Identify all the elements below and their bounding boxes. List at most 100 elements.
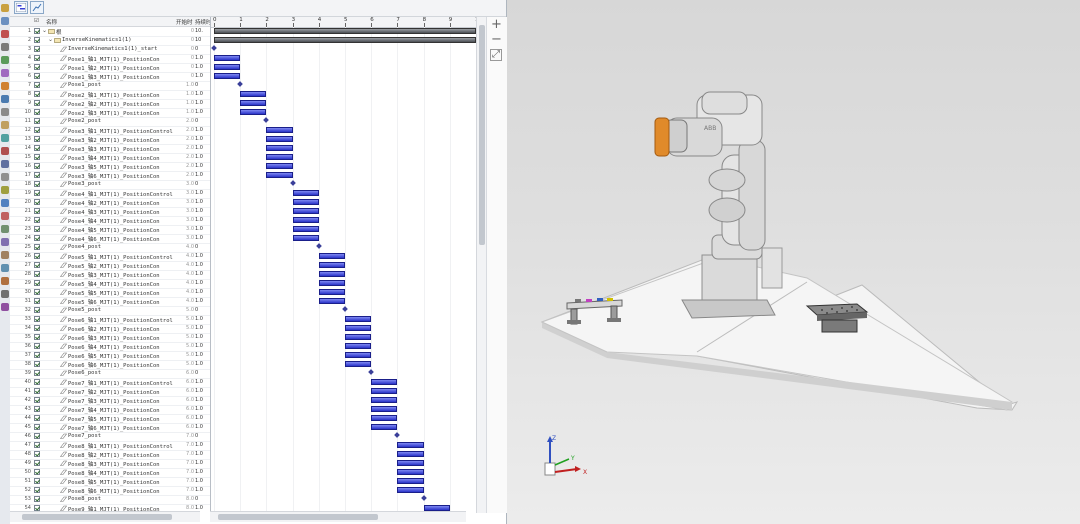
tool-icon[interactable] [1, 173, 9, 181]
tool-icon[interactable] [1, 186, 9, 194]
gantt-bar[interactable] [292, 199, 319, 205]
gantt-bar[interactable] [318, 289, 345, 295]
gantt-bar[interactable] [240, 109, 267, 115]
expand-toggle-icon[interactable]: ⌄ [42, 27, 47, 34]
enable-checkbox[interactable] [34, 487, 40, 493]
gantt-bar[interactable] [397, 469, 424, 475]
gantt-bar[interactable] [318, 262, 345, 268]
expand-toggle-icon[interactable]: ⌄ [48, 36, 53, 43]
start-col-header[interactable]: 开始时 [176, 18, 193, 26]
gantt-milestone[interactable] [342, 306, 348, 312]
enable-checkbox[interactable] [34, 262, 40, 268]
enable-checkbox[interactable] [34, 136, 40, 142]
tool-icon[interactable] [1, 147, 9, 155]
gantt-bar[interactable] [371, 424, 398, 430]
gantt-bar[interactable] [292, 217, 319, 223]
gantt-bar[interactable] [240, 91, 267, 97]
gantt-bar[interactable] [214, 55, 241, 61]
gantt-milestone[interactable] [211, 45, 217, 51]
enable-checkbox[interactable] [34, 172, 40, 178]
tool-icon[interactable] [1, 238, 9, 246]
gantt-bar[interactable] [214, 73, 241, 79]
gantt-bar[interactable] [266, 154, 293, 160]
enable-checkbox[interactable] [34, 73, 40, 79]
enable-checkbox[interactable] [34, 37, 40, 43]
tool-icon[interactable] [1, 56, 9, 64]
enable-checkbox[interactable] [34, 406, 40, 412]
enable-checkbox[interactable] [34, 217, 40, 223]
tool-icon[interactable] [1, 212, 9, 220]
enable-checkbox[interactable] [34, 208, 40, 214]
gantt-view-button[interactable] [14, 1, 28, 14]
enable-checkbox[interactable] [34, 91, 40, 97]
enable-checkbox[interactable] [34, 415, 40, 421]
gantt-bar[interactable] [292, 208, 319, 214]
enable-checkbox[interactable] [34, 343, 40, 349]
enable-checkbox[interactable] [34, 28, 40, 34]
enable-checkbox[interactable] [34, 253, 40, 259]
enable-checkbox[interactable] [34, 46, 40, 52]
gantt-bar[interactable] [266, 136, 293, 142]
enable-checkbox[interactable] [34, 379, 40, 385]
enable-checkbox[interactable] [34, 307, 40, 313]
enable-checkbox[interactable] [34, 280, 40, 286]
tool-icon[interactable] [1, 160, 9, 168]
gantt-bar[interactable] [371, 379, 398, 385]
gantt-bar[interactable] [371, 388, 398, 394]
gantt-summary-bar[interactable] [214, 37, 476, 43]
gantt-bar[interactable] [266, 145, 293, 151]
enable-checkbox[interactable] [34, 271, 40, 277]
gantt-milestone[interactable] [237, 81, 244, 87]
gantt-bar[interactable] [214, 64, 241, 70]
enable-checkbox[interactable] [34, 82, 40, 88]
tool-icon[interactable] [1, 95, 9, 103]
enable-checkbox[interactable] [34, 325, 40, 331]
enable-checkbox[interactable] [34, 298, 40, 304]
gantt-bar[interactable] [345, 361, 372, 367]
gantt-bar[interactable] [292, 190, 319, 196]
enable-checkbox[interactable] [34, 226, 40, 232]
tool-icon[interactable] [1, 30, 9, 38]
duration-col-header[interactable]: 持续时 [195, 18, 210, 26]
enable-checkbox[interactable] [34, 199, 40, 205]
gantt-bar[interactable] [371, 397, 398, 403]
gantt-summary-bar[interactable] [214, 28, 476, 34]
enable-checkbox[interactable] [34, 433, 40, 439]
vertical-scroll-thumb[interactable] [479, 25, 485, 245]
tool-icon[interactable] [1, 17, 9, 25]
gantt-milestone[interactable] [263, 117, 270, 123]
gantt-bar[interactable] [397, 442, 424, 448]
enable-checkbox[interactable] [34, 109, 40, 115]
gantt-milestone[interactable] [394, 432, 401, 438]
gantt-milestone[interactable] [420, 495, 427, 501]
enable-checkbox[interactable] [34, 352, 40, 358]
gantt-bar[interactable] [292, 235, 319, 241]
enable-checkbox[interactable] [34, 244, 40, 250]
gantt-bar[interactable] [345, 316, 372, 322]
tool-icon[interactable] [1, 264, 9, 272]
tool-icon[interactable] [1, 225, 9, 233]
tool-icon[interactable] [1, 121, 9, 129]
tool-icon[interactable] [1, 290, 9, 298]
enable-checkbox[interactable] [34, 460, 40, 466]
gantt-bar[interactable] [318, 298, 345, 304]
gantt-bar[interactable] [318, 253, 345, 259]
enable-checkbox[interactable] [34, 118, 40, 124]
enable-checkbox[interactable] [34, 154, 40, 160]
curve-view-button[interactable] [30, 1, 44, 14]
gantt-bar[interactable] [266, 163, 293, 169]
gantt-bar[interactable] [371, 415, 398, 421]
tool-icon[interactable] [1, 108, 9, 116]
gantt-bar[interactable] [397, 478, 424, 484]
tool-icon[interactable] [1, 43, 9, 51]
table-horizontal-scrollbar[interactable] [10, 511, 200, 522]
gantt-milestone[interactable] [289, 180, 296, 186]
tool-icon[interactable] [1, 251, 9, 259]
gantt-bar[interactable] [397, 451, 424, 457]
enable-checkbox[interactable] [34, 496, 40, 502]
tool-icon[interactable] [1, 82, 9, 90]
enable-checkbox[interactable] [34, 181, 40, 187]
gantt-bar[interactable] [318, 280, 345, 286]
enable-checkbox[interactable] [34, 235, 40, 241]
gantt-bar[interactable] [397, 460, 424, 466]
